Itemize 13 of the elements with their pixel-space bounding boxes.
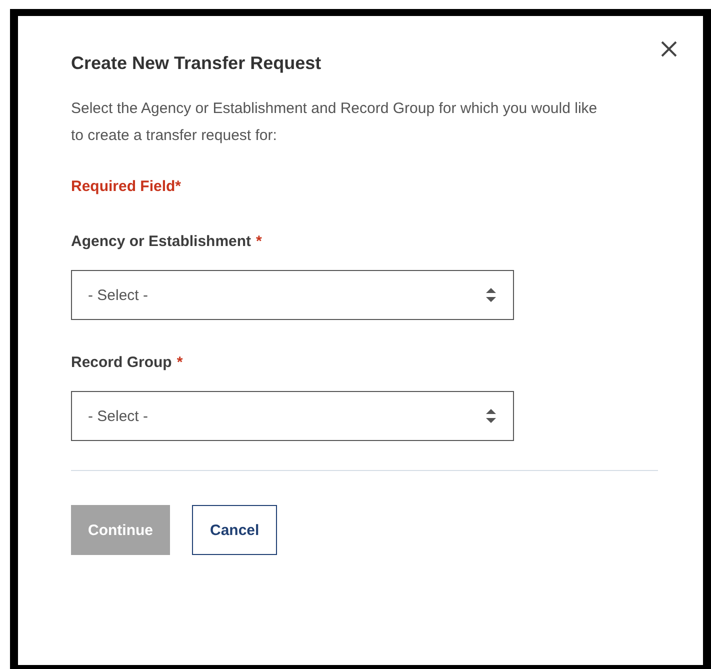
cancel-button[interactable]: Cancel — [192, 505, 278, 555]
required-asterisk: * — [176, 354, 183, 371]
required-asterisk: * — [256, 233, 262, 250]
field-label: Record Group — [71, 354, 172, 371]
select-field[interactable]: - Select - — [71, 270, 514, 320]
close-icon[interactable] — [660, 40, 678, 58]
required-field-note: Required Field* — [71, 178, 182, 195]
sort-icon — [486, 288, 496, 302]
sort-icon — [486, 409, 496, 423]
select-field[interactable]: - Select - — [71, 391, 514, 441]
dialog-title: Create New Transfer Request — [71, 52, 322, 75]
description-text: Select the Agency or Establishment and Record Group for which you would like to create a transfer request for: — [71, 99, 598, 146]
field-label: Agency or Establishment — [71, 233, 252, 250]
